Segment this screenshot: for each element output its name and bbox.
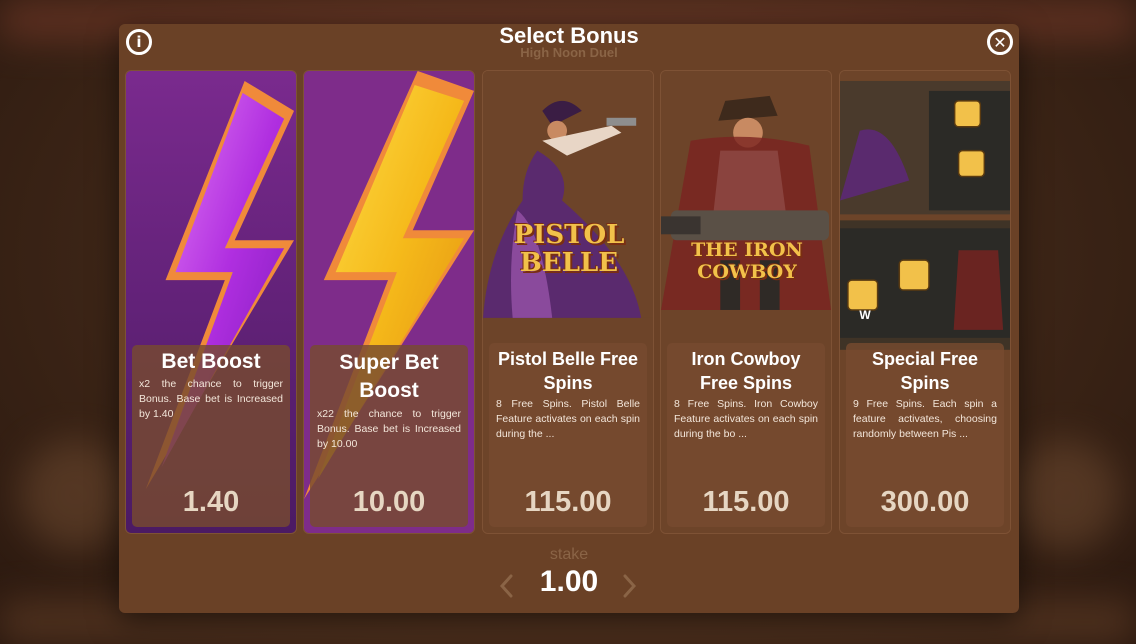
card-title: Super Bet Boost	[339, 351, 439, 402]
select-bonus-dialog: i Select Bonus High Noon Duel ✕ Bet Boos…	[119, 24, 1019, 613]
chevron-right-icon[interactable]	[619, 572, 639, 600]
card-price: 115.00	[524, 486, 612, 518]
bonus-card-list: Bet Boost x2 the chance to trigger Bonus…	[125, 70, 1013, 534]
close-icon[interactable]: ✕	[987, 29, 1013, 55]
card-info-panel: Super Bet Boost x22 the chance to trigge…	[310, 345, 468, 527]
background-wheel-left	[20, 440, 130, 550]
card-price: 115.00	[702, 486, 790, 518]
card-info-panel: Iron Cowboy Free Spins 8 Free Spins. Iro…	[667, 343, 825, 527]
card-description: x2 the chance to trigger Bonus. Base bet…	[139, 378, 283, 420]
bonus-card-special-free-spins[interactable]: W Special Free Spins 9 Free Spins. Each …	[839, 70, 1011, 534]
card-price: 300.00	[880, 486, 970, 518]
wild-symbol: W	[859, 308, 871, 322]
card-price: 1.40	[182, 486, 240, 518]
card-description: x22 the chance to trigger Bonus. Base be…	[317, 408, 461, 450]
card-description: 9 Free Spins. Each spin a feature activa…	[853, 398, 997, 440]
card-title: Special Free Spins	[871, 349, 979, 393]
stake-label: stake	[549, 546, 589, 563]
stake-value: 1.00	[539, 565, 599, 598]
iron-cowboy-logo: THE IRON COWBOY	[691, 239, 803, 283]
card-price: 10.00	[352, 486, 426, 518]
pistol-belle-logo: PISTOL BELLE	[513, 220, 625, 278]
card-description: 8 Free Spins. Iron Cowboy Feature activa…	[674, 398, 818, 440]
bonus-card-super-bet-boost[interactable]: Super Bet Boost x22 the chance to trigge…	[303, 70, 475, 534]
card-title: Pistol Belle Free Spins	[497, 349, 639, 393]
card-info-panel: Pistol Belle Free Spins 8 Free Spins. Pi…	[489, 343, 647, 527]
card-description: 8 Free Spins. Pistol Belle Feature activ…	[496, 398, 640, 440]
card-info-panel: Special Free Spins 9 Free Spins. Each sp…	[846, 343, 1004, 527]
bonus-card-pistol-belle-free-spins[interactable]: PISTOL BELLE Pistol Belle Free Spins 8 F…	[482, 70, 654, 534]
background-wheel-right	[1010, 440, 1120, 550]
bonus-card-iron-cowboy-free-spins[interactable]: THE IRON COWBOY Iron Cowboy Free Spins 8…	[660, 70, 832, 534]
card-title: Iron Cowboy Free Spins	[691, 349, 801, 393]
card-info-panel: Bet Boost x2 the chance to trigger Bonus…	[132, 345, 290, 527]
bonus-card-bet-boost[interactable]: Bet Boost x2 the chance to trigger Bonus…	[125, 70, 297, 534]
card-title: Bet Boost	[161, 350, 261, 373]
dialog-subtitle: High Noon Duel	[520, 45, 618, 60]
